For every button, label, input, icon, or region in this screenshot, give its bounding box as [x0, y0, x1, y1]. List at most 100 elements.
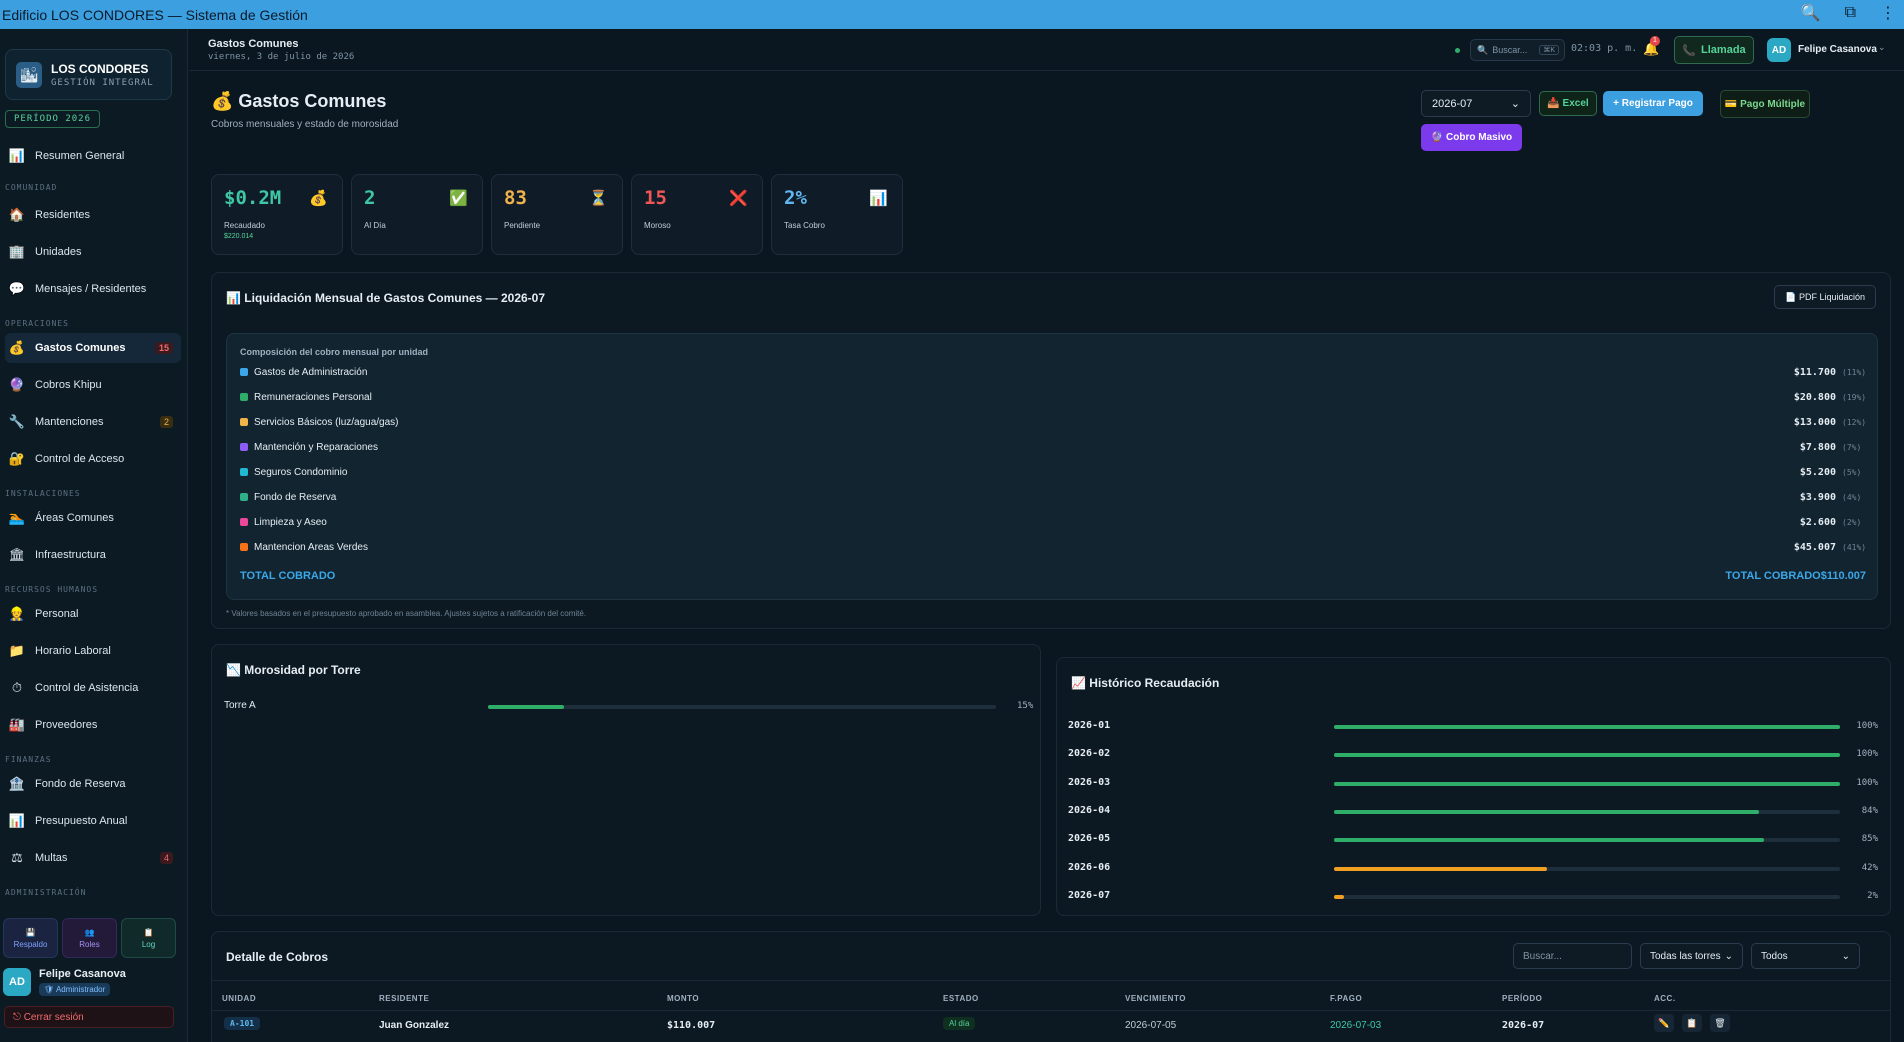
composition-row: Fondo de Reserva $3.900 (4%)	[240, 489, 1866, 505]
sidebar-item-fondo-reserva[interactable]: 🏦 Fondo de Reserva	[5, 769, 181, 799]
header-avatar[interactable]: AD	[1767, 38, 1791, 62]
sidebar-item-presupuesto-anual[interactable]: 📊 Presupuesto Anual	[5, 806, 181, 836]
count-badge: 4	[159, 852, 173, 864]
extension-icon[interactable]: ⧉	[1845, 4, 1856, 22]
table-divider	[212, 1010, 1890, 1011]
sidebar-item-label: Control de Asistencia	[35, 682, 139, 694]
composition-label: Servicios Básicos (luz/agua/gas)	[254, 416, 399, 428]
section-operaciones: OPERACIONES	[5, 319, 69, 328]
sidebar-item-label: Multas	[35, 852, 68, 864]
status-badge: Al día	[943, 1017, 976, 1030]
multi-payment-button[interactable]: 💳 Pago Múltiple	[1720, 90, 1810, 118]
amount: $110.007	[667, 1020, 716, 1031]
logout-button[interactable]: ⎋ Cerrar sesión	[4, 1006, 174, 1028]
log-button[interactable]: 📋 Log	[121, 918, 176, 958]
notifications-bell-icon[interactable]: 🔔 1	[1643, 36, 1660, 57]
sidebar-item-areas-comunes[interactable]: 🏊 Áreas Comunes	[5, 503, 181, 533]
detalle-search-input[interactable]: Buscar...	[1513, 943, 1632, 969]
sidebar-item-label: Mensajes / Residentes	[35, 283, 147, 295]
sidebar-user[interactable]: AD Felipe Casanova 🛡 Administrador	[3, 968, 126, 996]
col-header-periodo[interactable]: PERÍODO	[1502, 994, 1542, 1003]
unit-badge[interactable]: A-101	[224, 1017, 261, 1030]
col-header-unidad[interactable]: UNIDAD	[222, 994, 256, 1003]
col-header-fpago[interactable]: F.PAGO	[1330, 994, 1362, 1003]
historico-bar-fill	[1334, 866, 1547, 871]
pdf-liquidacion-button[interactable]: 📄 PDF Liquidación	[1774, 285, 1876, 309]
crystal-ball-icon: 🔮	[8, 377, 26, 392]
section-rrhh: RECURSOS HUMANOS	[5, 585, 99, 594]
composition-row: Gastos de Administración $11.700 (11%)	[240, 364, 1866, 380]
mass-charge-button[interactable]: 🔮 Cobro Masivo	[1421, 124, 1522, 151]
receipt-icon[interactable]: 📋	[1682, 1014, 1702, 1032]
sidebar-item-label: Horario Laboral	[35, 645, 111, 657]
composition-pct: (41%)	[1842, 542, 1867, 552]
historico-period: 2026-06	[1068, 861, 1111, 873]
brand-card[interactable]: 🏙 LOS CONDORES GESTIÓN INTEGRAL	[5, 49, 172, 100]
register-payment-button[interactable]: + Registrar Pago	[1603, 91, 1703, 116]
composition-pct: (5%)	[1842, 467, 1862, 477]
scales-icon: ⚖	[11, 850, 23, 865]
header-user-name[interactable]: Felipe Casanova	[1798, 44, 1877, 55]
global-search-input[interactable]: 🔍 Buscar... ⌘K	[1470, 39, 1565, 61]
historico-pct: 42%	[1861, 862, 1878, 873]
status-filter-select[interactable]: Todos ⌄	[1751, 943, 1860, 969]
sidebar-item-label: Unidades	[35, 246, 82, 258]
sidebar-item-mensajes[interactable]: 💬 Mensajes / Residentes	[5, 274, 181, 304]
more-icon[interactable]: ⋮	[1880, 3, 1896, 23]
sidebar-item-personal[interactable]: 👷 Personal	[5, 599, 181, 629]
sidebar-item-horario-laboral[interactable]: 📁 Horario Laboral	[5, 636, 181, 666]
sidebar-item-unidades[interactable]: 🏢 Unidades	[5, 237, 181, 267]
window-titlebar: Edificio LOS CONDORES — Sistema de Gesti…	[0, 0, 1904, 29]
trash-icon[interactable]: 🗑	[1710, 1014, 1730, 1032]
color-swatch	[240, 518, 248, 526]
historico-pct: 100%	[1856, 721, 1878, 731]
wrench-icon: 🔧	[8, 414, 26, 429]
period-select[interactable]: 2026-07 ⌄	[1421, 90, 1531, 117]
historico-bar-track	[1334, 725, 1840, 729]
backup-button[interactable]: 💾 Respaldo	[3, 918, 58, 958]
col-header-monto[interactable]: MONTO	[667, 994, 699, 1003]
sidebar-item-cobros-khipu[interactable]: 🔮 Cobros Khipu	[5, 370, 181, 400]
historico-period: 2026-02	[1068, 748, 1111, 760]
historico-bar-fill	[1334, 838, 1765, 843]
sidebar-item-infraestructura[interactable]: 🏛 Infraestructura	[5, 540, 181, 570]
color-swatch	[240, 543, 248, 551]
search-icon: 🔍	[1477, 44, 1489, 55]
historico-pct: 100%	[1856, 749, 1878, 760]
sidebar-item-resumen[interactable]: 📊 Resumen General	[5, 141, 181, 171]
historico-bar-track	[1334, 866, 1840, 871]
composition-pct: (19%)	[1842, 392, 1867, 402]
col-header-estado[interactable]: ESTADO	[943, 994, 979, 1003]
sidebar-item-gastos-comunes[interactable]: 💰 Gastos Comunes 15	[5, 333, 181, 363]
sidebar-item-residentes[interactable]: 🏠 Residentes	[5, 200, 181, 230]
kpi-cards: $0.2M Recaudado $220.014 💰 2 Al Día ✅ 83…	[211, 174, 903, 255]
zoom-icon[interactable]: 🔍	[1801, 3, 1821, 23]
kpi-al-dia: 2 Al Día ✅	[351, 174, 483, 255]
edit-icon[interactable]: ✏️	[1654, 1014, 1674, 1032]
sidebar-item-mantenciones[interactable]: 🔧 Mantenciones 2	[5, 407, 181, 437]
count-badge: 2	[159, 416, 173, 428]
sidebar-item-multas[interactable]: ⚖ Multas 4	[5, 843, 181, 873]
excel-button[interactable]: 📥 Excel	[1539, 91, 1597, 116]
online-status-dot	[1455, 48, 1460, 53]
roles-button[interactable]: 👥 Roles	[62, 918, 117, 958]
chevron-down-icon: ⌄	[1841, 950, 1850, 962]
composition-row: Mantención y Reparaciones $7.800 (7%)	[240, 439, 1866, 455]
call-button[interactable]: 📞 Llamada	[1674, 36, 1754, 64]
historico-period: 2026-05	[1068, 833, 1111, 845]
tower-filter-select[interactable]: Todas las torres ⌄	[1640, 943, 1743, 969]
sidebar-item-label: Gastos Comunes	[35, 342, 126, 354]
page-subtitle: Cobros mensuales y estado de morosidad	[211, 119, 399, 130]
user-name: Felipe Casanova	[39, 968, 126, 980]
sidebar-item-control-asistencia[interactable]: ⏱ Control de Asistencia	[5, 673, 181, 703]
col-header-vencimiento[interactable]: VENCIMIENTO	[1125, 994, 1186, 1003]
save-icon: 💾	[25, 927, 36, 937]
composition-box: Composición del cobro mensual por unidad…	[226, 333, 1878, 600]
sidebar-item-label: Cobros Khipu	[35, 379, 102, 391]
sidebar-item-control-acceso[interactable]: 🔐 Control de Acceso	[5, 444, 181, 474]
col-header-residente[interactable]: RESIDENTE	[379, 994, 429, 1003]
sidebar-item-proveedores[interactable]: 🏭 Proveedores	[5, 710, 181, 740]
composition-label: Remuneraciones Personal	[254, 391, 372, 403]
color-swatch	[240, 368, 248, 376]
chevron-down-icon[interactable]: ⌄	[1878, 42, 1886, 53]
